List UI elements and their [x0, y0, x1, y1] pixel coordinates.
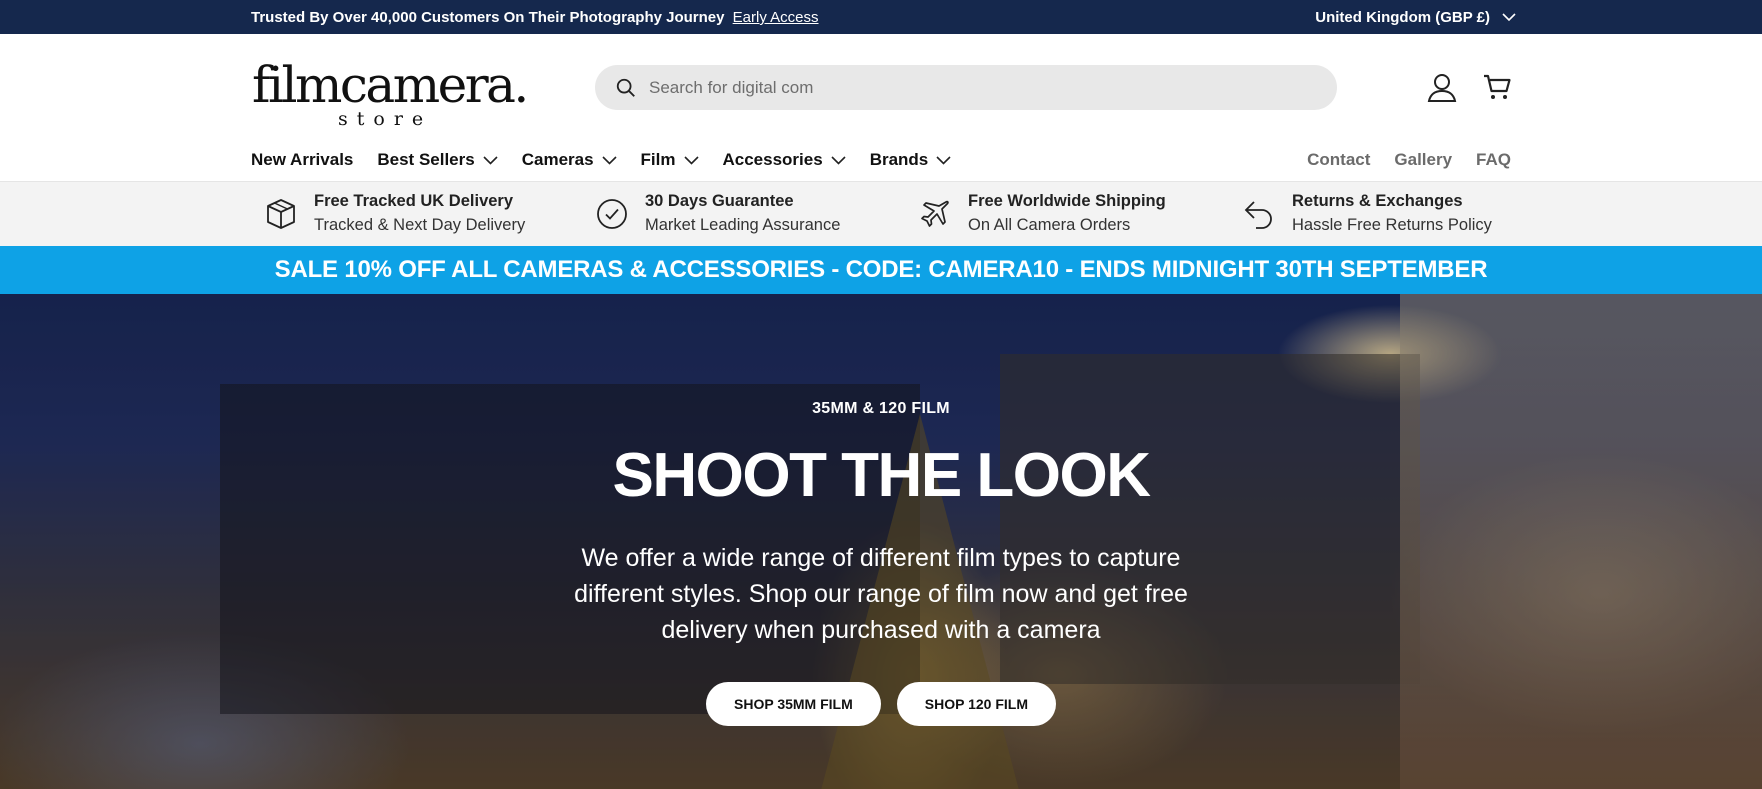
usp-item-guarantee: 30 Days Guarantee Market Leading Assuran…: [595, 190, 840, 237]
hero-eyebrow: 35MM & 120 FILM: [812, 400, 950, 417]
nav-item-accessories[interactable]: Accessories: [723, 150, 846, 170]
chevron-down-icon: [483, 155, 498, 165]
search-icon: [616, 78, 635, 97]
chevron-down-icon: [601, 155, 617, 165]
secondary-nav: Contact Gallery FAQ: [1283, 150, 1511, 170]
nav-item-label: Best Sellers: [377, 150, 475, 169]
account-icon[interactable]: [1426, 71, 1458, 103]
sale-banner[interactable]: SALE 10% OFF ALL CAMERAS & ACCESSORIES -…: [0, 246, 1762, 294]
cart-icon[interactable]: [1482, 72, 1512, 102]
usp-subtitle: On All Camera Orders: [968, 216, 1131, 234]
chevron-down-icon: [936, 155, 951, 165]
search-input[interactable]: [649, 65, 1309, 110]
nav-item-brands[interactable]: Brands: [870, 150, 952, 170]
usp-item-worldwide: Free Worldwide Shipping On All Camera Or…: [918, 190, 1166, 237]
site-header: filmcamera. store New Arrivals Best Sell…: [0, 34, 1762, 182]
nav-item-label: New Arrivals: [251, 150, 354, 169]
site-logo[interactable]: filmcamera. store: [252, 56, 529, 129]
nav-item-new-arrivals[interactable]: New Arrivals: [251, 150, 353, 170]
hero-description: We offer a wide range of different film …: [574, 544, 1188, 644]
announcement-bar: Trusted By Over 40,000 Customers On Thei…: [0, 0, 1762, 34]
check-circle-icon: [597, 198, 627, 229]
region-label: United Kingdom (GBP £): [1315, 9, 1490, 26]
usp-subtitle: Hassle Free Returns Policy: [1292, 216, 1492, 234]
announcement-text: Trusted By Over 40,000 Customers On Thei…: [251, 9, 725, 26]
chevron-down-icon: [1502, 13, 1516, 22]
usp-item-returns: Returns & Exchanges Hassle Free Returns …: [1242, 190, 1492, 237]
chevron-down-icon: [683, 155, 699, 165]
nav-link-gallery[interactable]: Gallery: [1394, 150, 1452, 170]
usp-title: Returns & Exchanges: [1292, 192, 1463, 210]
nav-link-faq[interactable]: FAQ: [1476, 150, 1511, 170]
nav-link-contact[interactable]: Contact: [1307, 150, 1370, 170]
usp-title: Free Worldwide Shipping: [968, 192, 1166, 210]
main-nav: New Arrivals Best Sellers Cameras Film A…: [251, 150, 975, 170]
nav-item-label: Accessories: [722, 150, 823, 169]
announcement-text-wrap: Trusted By Over 40,000 Customers On Thei…: [251, 9, 819, 26]
usp-item-delivery: Free Tracked UK Delivery Tracked & Next …: [264, 190, 525, 237]
nav-item-cameras[interactable]: Cameras: [522, 150, 617, 170]
shop-35mm-film-button[interactable]: SHOP 35MM FILM: [706, 682, 881, 726]
usp-subtitle: Market Leading Assurance: [645, 216, 841, 234]
usp-subtitle: Tracked & Next Day Delivery: [314, 216, 526, 234]
hero-title: SHOOT THE LOOK: [612, 441, 1152, 510]
shop-120-film-button[interactable]: SHOP 120 FILM: [896, 682, 1056, 726]
usp-bar: Free Tracked UK Delivery Tracked & Next …: [0, 182, 1762, 246]
early-access-link[interactable]: Early Access: [733, 9, 819, 26]
logo-wordmark: filmcamera.: [252, 56, 529, 114]
nav-item-best-sellers[interactable]: Best Sellers: [377, 150, 498, 170]
search-bar[interactable]: [595, 65, 1337, 110]
box-icon: [267, 198, 295, 229]
nav-item-label: Cameras: [521, 150, 594, 169]
nav-item-label: Film: [640, 150, 676, 169]
plane-icon: [921, 200, 949, 227]
return-arrow-icon: [1244, 200, 1272, 229]
hero-section: 35MM & 120 FILM SHOOT THE LOOK We offer …: [0, 294, 1762, 789]
hero-buttons: SHOP 35MM FILM SHOP 120 FILM: [0, 682, 1762, 726]
nav-item-label: Brands: [869, 150, 929, 169]
usp-title: 30 Days Guarantee: [645, 192, 794, 210]
usp-title: Free Tracked UK Delivery: [314, 192, 514, 210]
nav-item-film[interactable]: Film: [641, 150, 699, 170]
chevron-down-icon: [831, 155, 846, 165]
region-selector[interactable]: United Kingdom (GBP £): [1315, 9, 1516, 26]
